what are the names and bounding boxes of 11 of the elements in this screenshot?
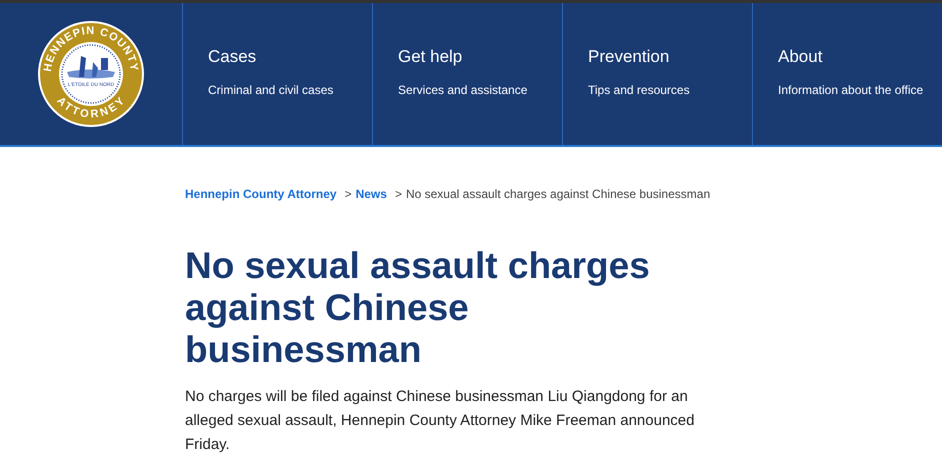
breadcrumb-link[interactable]: Hennepin County Attorney [185, 187, 337, 201]
nav-item[interactable]: Prevention Tips and resources [563, 3, 753, 145]
nav-item[interactable]: Cases Criminal and civil cases [183, 3, 373, 145]
current-page-label: No sexual assault charges against Chinese businessman [406, 187, 710, 201]
breadcrumb-separator: > [394, 187, 402, 201]
nav-item[interactable]: About Information about the office [753, 3, 942, 145]
article-lead: No charges will be filed against Chinese businessman Liu Qiangdong for an alleged sexual assault, Hennepin County Attorney Mike Freeman announced Friday. [185, 387, 696, 455]
article-title: No sexual assault charges against Chinese businessman [185, 245, 651, 371]
nav-item[interactable]: Get help Services and assistance [373, 3, 563, 145]
breadcrumb-link[interactable]: News [356, 187, 387, 201]
breadcrumb-separator: > [344, 187, 352, 201]
